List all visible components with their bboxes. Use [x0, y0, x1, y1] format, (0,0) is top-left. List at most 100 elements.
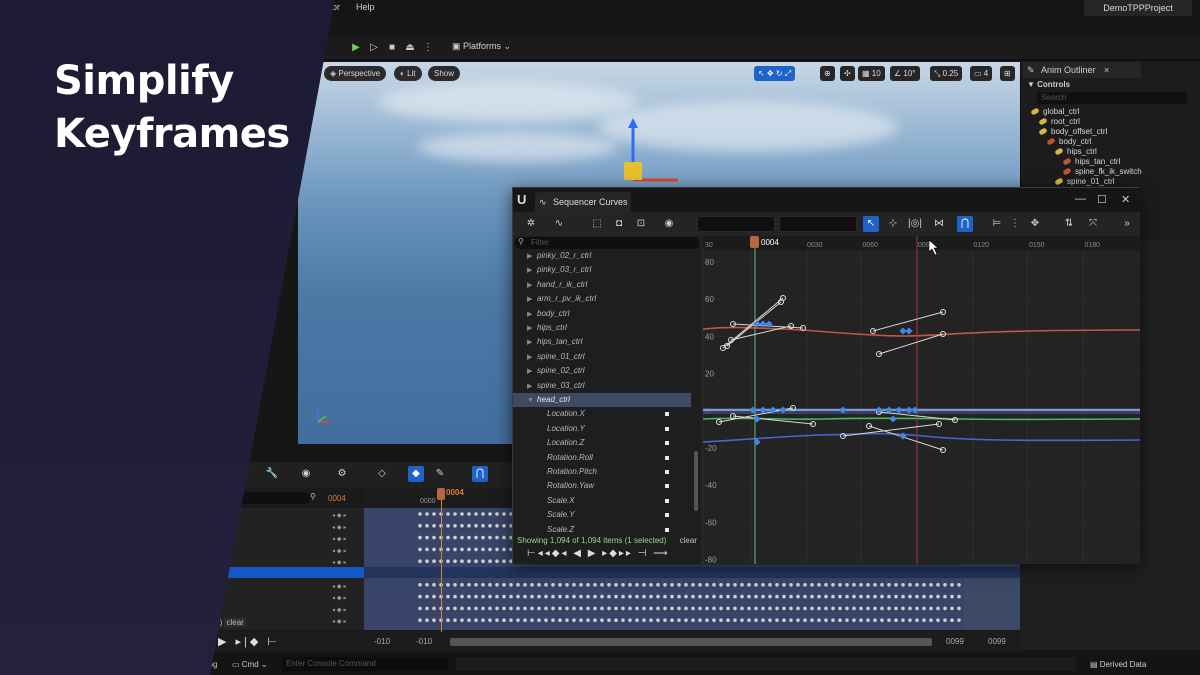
sequencer-key[interactable] — [460, 535, 464, 540]
sequencer-key[interactable] — [558, 583, 562, 587]
sequencer-key[interactable] — [530, 583, 534, 587]
sequencer-key[interactable] — [929, 583, 933, 587]
sequencer-key[interactable] — [502, 606, 506, 611]
sequencer-key[interactable] — [733, 618, 737, 622]
sequencer-key[interactable] — [516, 606, 520, 611]
sequencer-key[interactable] — [425, 583, 429, 587]
sequencer-key[interactable] — [817, 618, 821, 622]
sequencer-key[interactable] — [768, 606, 772, 611]
sequencer-key[interactable] — [523, 618, 527, 622]
frame-selection-icon[interactable]: ⬚ — [589, 216, 605, 232]
sequencer-key[interactable] — [768, 618, 772, 622]
sequencer-key[interactable] — [460, 606, 464, 611]
sequencer-key[interactable] — [880, 583, 884, 587]
sequencer-key[interactable] — [733, 606, 737, 611]
sequencer-key[interactable] — [635, 583, 639, 587]
sequencer-key[interactable] — [453, 524, 457, 528]
lit-button[interactable]: ◐ Lit — [394, 66, 422, 81]
sequencer-key[interactable] — [866, 606, 870, 611]
close-icon[interactable]: × — [1104, 65, 1109, 75]
sequencer-key[interactable] — [663, 594, 667, 599]
sequencer-key[interactable] — [628, 618, 632, 622]
sequencer-key[interactable] — [467, 559, 471, 563]
sequencer-key[interactable] — [649, 618, 653, 622]
sequencer-key[interactable] — [747, 606, 751, 611]
sequencer-key[interactable] — [509, 606, 513, 611]
curve-tree-item[interactable]: ▼ head_ctrl — [513, 393, 691, 407]
sequencer-key[interactable] — [446, 512, 450, 516]
sequencer-key[interactable] — [789, 606, 793, 611]
sequencer-key[interactable] — [817, 583, 821, 587]
outliner-item[interactable]: hips_tan_ctrl — [1062, 157, 1120, 167]
sequencer-key[interactable] — [782, 606, 786, 611]
key-navigation-icon[interactable]: ◂ ◆ ▸ — [332, 512, 346, 519]
sequencer-key[interactable] — [684, 618, 688, 622]
sequencer-key[interactable] — [474, 618, 478, 622]
sequencer-key[interactable] — [474, 594, 478, 599]
key-navigation-icon[interactable]: ◂ ◆ ▸ — [332, 595, 346, 602]
anim-outliner-tab[interactable]: ✎ Anim Outliner × — [1023, 62, 1141, 78]
sequencer-key[interactable] — [950, 618, 954, 622]
surface-snap-icon[interactable]: ✣ — [840, 66, 855, 81]
sequencer-key[interactable] — [460, 524, 464, 528]
sequencer-key[interactable] — [803, 606, 807, 611]
sequencer-key[interactable] — [684, 606, 688, 611]
sequencer-key[interactable] — [502, 594, 506, 599]
sequencer-key[interactable] — [677, 583, 681, 587]
view-end[interactable]: 0099 — [946, 637, 964, 646]
sequencer-key[interactable] — [775, 618, 779, 622]
sequencer-key[interactable] — [495, 594, 499, 599]
expand-arrow-icon[interactable]: ▶ — [527, 365, 537, 379]
sequencer-key[interactable] — [957, 583, 961, 587]
sequencer-key[interactable] — [761, 606, 765, 611]
sequencer-key[interactable] — [432, 583, 436, 587]
sequencer-key[interactable] — [432, 606, 436, 611]
sequencer-key[interactable] — [838, 618, 842, 622]
sequencer-key[interactable] — [796, 618, 800, 622]
sequencer-key[interactable] — [481, 559, 485, 563]
sequencer-key[interactable] — [621, 594, 625, 599]
show-button[interactable]: Show — [428, 66, 461, 81]
sequencer-key[interactable] — [572, 618, 576, 622]
sequencer-key[interactable] — [474, 606, 478, 611]
sequencer-key[interactable] — [768, 594, 772, 599]
playhead-handle[interactable] — [437, 488, 445, 500]
sequencer-key[interactable] — [558, 594, 562, 599]
sequencer-key[interactable] — [915, 606, 919, 611]
sequencer-key[interactable] — [446, 524, 450, 528]
sequencer-key[interactable] — [453, 547, 457, 552]
sequencer-key[interactable] — [516, 594, 520, 599]
sequencer-key[interactable] — [432, 524, 436, 528]
sequencer-key[interactable] — [565, 594, 569, 599]
sequencer-key[interactable] — [894, 606, 898, 611]
sequencer-key[interactable] — [845, 583, 849, 587]
sequencer-key[interactable] — [838, 583, 842, 587]
sequencer-key[interactable] — [453, 618, 457, 622]
sequencer-key[interactable] — [481, 594, 485, 599]
sequencer-key[interactable] — [824, 618, 828, 622]
sequencer-key[interactable] — [495, 618, 499, 622]
sequencer-key[interactable] — [635, 594, 639, 599]
sequencer-key[interactable] — [579, 583, 583, 587]
sequencer-key[interactable] — [579, 606, 583, 611]
sequencer-key[interactable] — [719, 618, 723, 622]
curve-tree-item[interactable]: Scale.X — [513, 494, 691, 508]
sequencer-key[interactable] — [600, 618, 604, 622]
sequencer-key[interactable] — [908, 594, 912, 599]
sequencer-key[interactable] — [747, 594, 751, 599]
sequencer-key[interactable] — [712, 618, 716, 622]
sequencer-key[interactable] — [782, 594, 786, 599]
sequencer-key[interactable] — [628, 606, 632, 611]
sequencer-key[interactable] — [726, 583, 730, 587]
outliner-item[interactable]: body_ctrl — [1046, 137, 1091, 147]
sequencer-key[interactable] — [481, 512, 485, 516]
sequencer-key[interactable] — [488, 512, 492, 516]
curve-blue[interactable] — [703, 432, 1140, 443]
actor-icon[interactable]: ⚙ — [334, 466, 350, 482]
sequencer-key[interactable] — [502, 618, 506, 622]
sequencer-key[interactable] — [488, 524, 492, 528]
sequencer-key[interactable] — [509, 618, 513, 622]
sequencer-key[interactable] — [502, 535, 506, 540]
sequencer-key[interactable] — [943, 606, 947, 611]
snap-icon[interactable]: ⋂ — [472, 466, 488, 482]
